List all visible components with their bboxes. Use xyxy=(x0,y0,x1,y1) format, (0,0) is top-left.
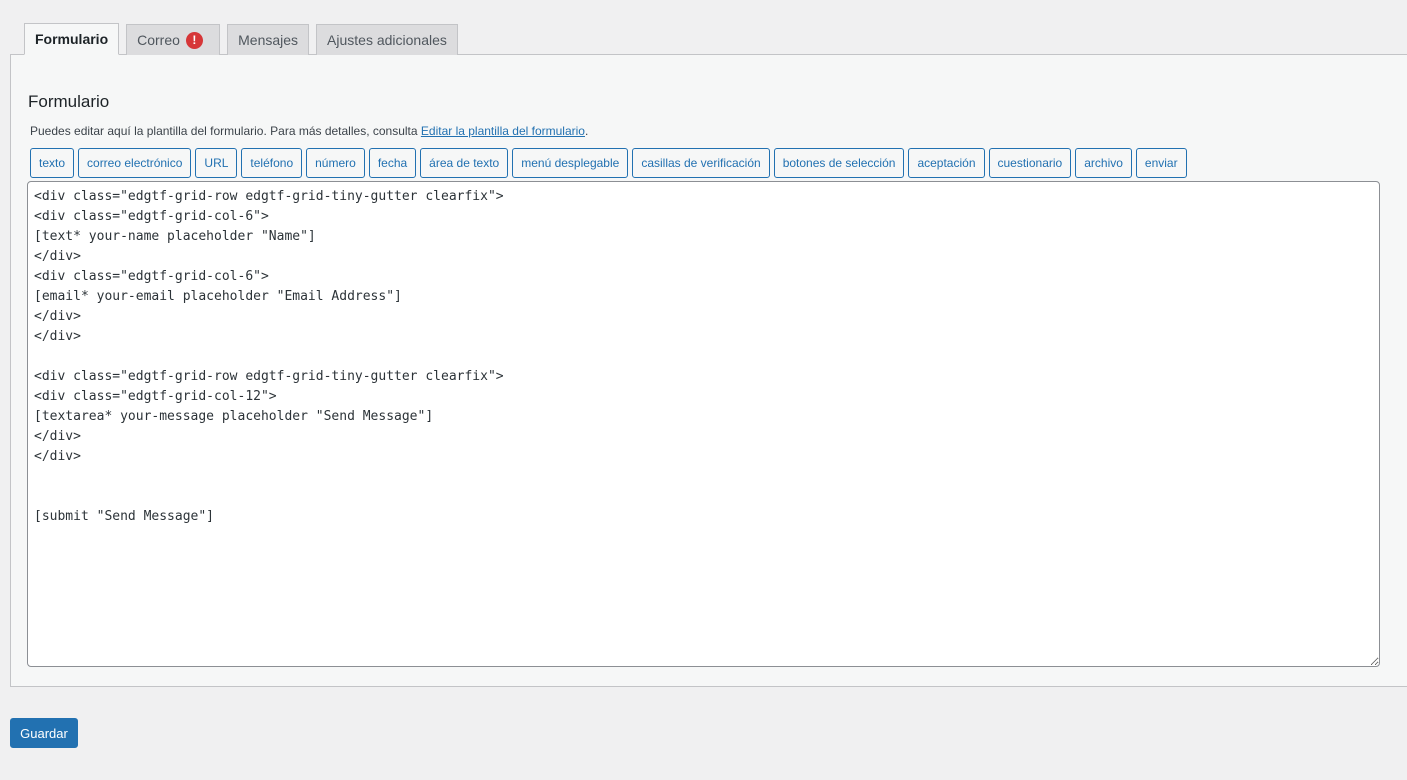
form-template-editor[interactable]: <div class="edgtf-grid-row edgtf-grid-ti… xyxy=(27,181,1380,667)
tag-generator-toolbar: texto correo electrónico URL teléfono nú… xyxy=(30,148,1187,178)
tag-button-fecha[interactable]: fecha xyxy=(368,148,417,178)
tab-ajustes-adicionales[interactable]: Ajustes adicionales xyxy=(316,24,458,55)
tab-label: Ajustes adicionales xyxy=(327,32,447,48)
tag-button-telefono[interactable]: teléfono xyxy=(241,148,303,178)
tab-label: Formulario xyxy=(35,31,109,47)
warning-icon: ! xyxy=(185,31,203,49)
tag-button-texto[interactable]: texto xyxy=(30,148,75,178)
tab-correo[interactable]: Correo ! xyxy=(126,24,221,55)
tag-button-aceptacion[interactable]: aceptación xyxy=(908,148,985,178)
tag-button-archivo[interactable]: archivo xyxy=(1075,148,1132,178)
tab-mensajes[interactable]: Mensajes xyxy=(227,24,310,55)
save-button[interactable]: Guardar xyxy=(10,718,78,748)
tab-label: Mensajes xyxy=(238,32,299,48)
edit-template-link[interactable]: Editar la plantilla del formulario xyxy=(421,124,585,138)
tag-button-cuestionario[interactable]: cuestionario xyxy=(988,148,1072,178)
tag-button-menu-desplegable[interactable]: menú desplegable xyxy=(512,148,629,178)
tag-button-enviar[interactable]: enviar xyxy=(1135,148,1187,178)
tag-button-area-de-texto[interactable]: área de texto xyxy=(420,148,509,178)
form-panel: Formulario Puedes editar aquí la plantil… xyxy=(10,54,1407,687)
tag-button-botones-de-seleccion[interactable]: botones de selección xyxy=(773,148,905,178)
description-end: . xyxy=(584,124,589,138)
tag-button-numero[interactable]: número xyxy=(306,148,365,178)
tag-button-casillas-de-verificacion[interactable]: casillas de verificación xyxy=(632,148,770,178)
panel-description: Puedes editar aquí la plantilla del form… xyxy=(30,124,588,138)
description-text: Puedes editar aquí la plantilla del form… xyxy=(30,124,421,138)
tab-formulario[interactable]: Formulario xyxy=(24,23,120,55)
tab-bar: Formulario Correo ! Mensajes Ajustes adi… xyxy=(24,23,458,55)
tag-button-url[interactable]: URL xyxy=(195,148,238,178)
tag-button-correo-electronico[interactable]: correo electrónico xyxy=(78,148,192,178)
panel-title: Formulario xyxy=(28,92,110,111)
tab-label: Correo xyxy=(137,32,180,48)
